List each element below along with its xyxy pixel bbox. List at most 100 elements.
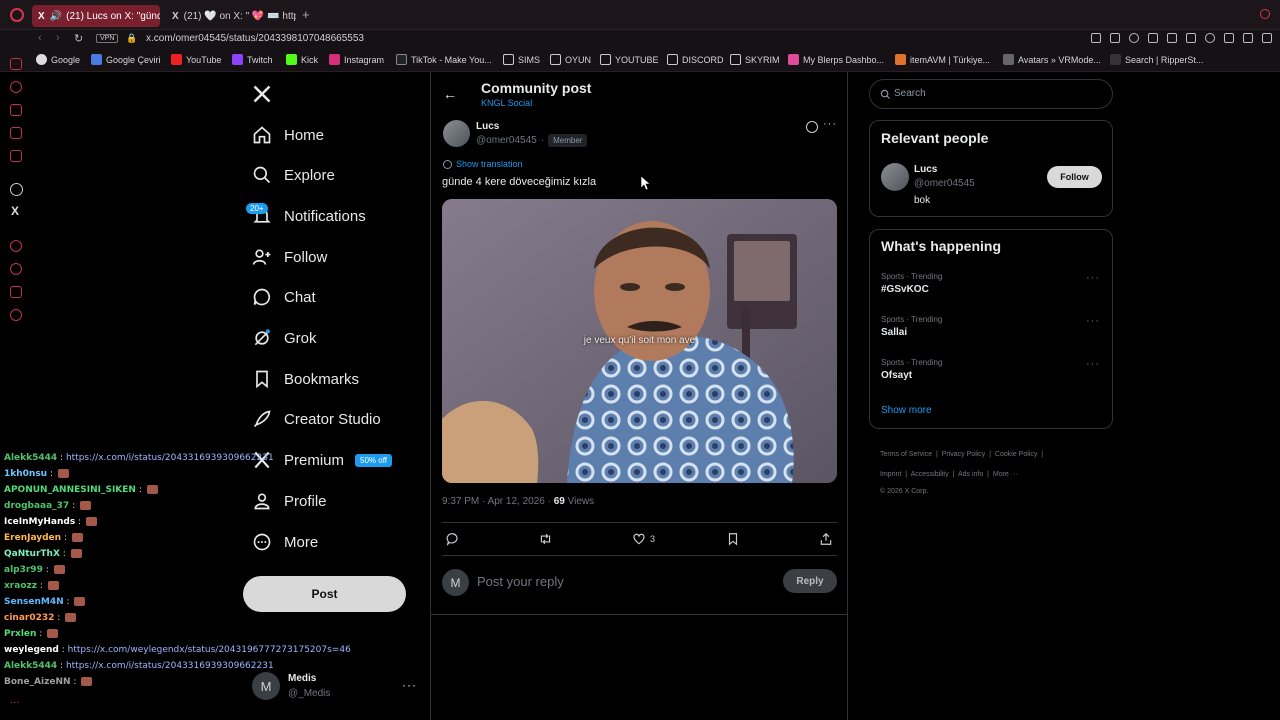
footer-imprint[interactable]: Imprint bbox=[880, 471, 901, 478]
back-icon[interactable]: ‹ bbox=[38, 32, 42, 44]
chat-text[interactable]: https://x.com/weylegendx/status/20431967… bbox=[68, 645, 351, 655]
player-icon[interactable] bbox=[10, 240, 22, 252]
community-link[interactable]: KNGL Social bbox=[481, 98, 532, 108]
chat-text[interactable]: https://x.com/i/status/20433169393096622… bbox=[66, 453, 274, 463]
heart-icon[interactable] bbox=[1205, 33, 1215, 43]
post-video[interactable]: je veux qu'il soit mon ave bbox=[442, 199, 837, 483]
author-handle[interactable]: @omer04545 bbox=[476, 135, 537, 146]
chat-username[interactable]: QaNturThX bbox=[4, 549, 60, 559]
reload-icon[interactable]: ↻ bbox=[74, 32, 83, 45]
nav-chat[interactable]: Chat bbox=[252, 282, 316, 312]
reply-button[interactable]: Reply bbox=[783, 569, 837, 593]
reply-icon[interactable] bbox=[446, 532, 460, 546]
chat-username[interactable]: 1kh0nsu bbox=[4, 469, 47, 479]
bookmark-icon[interactable] bbox=[726, 532, 740, 546]
chat-username[interactable]: Alekk5444 bbox=[4, 453, 57, 463]
trend-more-icon[interactable]: ··· bbox=[1086, 272, 1100, 284]
show-more-link[interactable]: Show more bbox=[881, 405, 932, 416]
play-icon[interactable] bbox=[1186, 33, 1196, 43]
screenshot-icon[interactable] bbox=[1110, 33, 1120, 43]
chat-username[interactable]: xraozz bbox=[4, 581, 37, 591]
menu-icon[interactable] bbox=[1262, 33, 1272, 43]
chat-username[interactable]: weylegend bbox=[4, 645, 59, 655]
bookmark-blerps[interactable]: My Blerps Dashbo... bbox=[788, 54, 884, 65]
nav-more[interactable]: More bbox=[252, 527, 318, 557]
browser-tab-active[interactable]: X 🔊 (21) Lucs on X: "günde bbox=[32, 5, 160, 27]
trend-item[interactable]: Sports · Trending #GSvKOC bbox=[881, 272, 1101, 295]
x-logo-icon[interactable] bbox=[252, 84, 272, 104]
chat-text[interactable]: https://x.com/i/status/20433169393096622… bbox=[66, 661, 274, 671]
chat-username[interactable]: Bone_AizeNN bbox=[4, 677, 71, 687]
bookmark-oyun[interactable]: OYUN bbox=[550, 54, 591, 65]
new-tab-button[interactable]: + bbox=[302, 7, 310, 22]
forward-icon[interactable]: › bbox=[56, 32, 60, 44]
game-icon[interactable] bbox=[10, 127, 22, 139]
bookmark-google[interactable]: Google bbox=[36, 54, 80, 65]
puzzle-icon[interactable] bbox=[1224, 33, 1234, 43]
browser-tab[interactable]: X (21) 🤍 on X: " 💖 ⌨️ https bbox=[166, 5, 296, 27]
nav-explore[interactable]: Explore bbox=[252, 160, 335, 190]
settings-icon[interactable] bbox=[10, 309, 22, 321]
chat-username[interactable]: ErenJayden bbox=[4, 533, 61, 543]
bookmark-vrmodels[interactable]: Avatars » VRMode... bbox=[1003, 54, 1101, 65]
grok-icon[interactable] bbox=[806, 121, 818, 133]
follow-button[interactable]: Follow bbox=[1047, 166, 1102, 188]
pin-icon[interactable] bbox=[1091, 33, 1101, 43]
trend-more-icon[interactable]: ··· bbox=[1086, 358, 1100, 370]
footer-more[interactable]: More ··· bbox=[993, 471, 1018, 478]
account-switcher[interactable]: M Medis @_Medis ··· bbox=[252, 672, 422, 702]
search-icon[interactable] bbox=[1260, 9, 1270, 19]
nav-home[interactable]: Home bbox=[252, 120, 324, 150]
translate-icon[interactable] bbox=[1167, 33, 1177, 43]
bookmark-twitch[interactable]: Twitch bbox=[232, 54, 273, 65]
chat-username[interactable]: APONUN_ANNESINI_SIKEN bbox=[4, 485, 136, 495]
bookmark-itemavm[interactable]: itemAVM | Türkiye... bbox=[895, 54, 990, 65]
footer-cookie[interactable]: Cookie Policy bbox=[995, 451, 1037, 458]
refresh-icon[interactable] bbox=[10, 81, 22, 93]
chat-more-icon[interactable]: ··· bbox=[10, 698, 20, 709]
author-name[interactable]: Lucs bbox=[476, 121, 499, 132]
bookmark-ripper[interactable]: Search | RipperSt... bbox=[1110, 54, 1203, 65]
post-more-icon[interactable]: ··· bbox=[823, 118, 837, 130]
chatgpt-icon[interactable] bbox=[10, 183, 23, 196]
chat-username[interactable]: cinar0232 bbox=[4, 613, 54, 623]
person-avatar[interactable] bbox=[881, 163, 909, 191]
person-name[interactable]: Lucs bbox=[914, 164, 937, 175]
nav-profile[interactable]: Profile bbox=[252, 486, 327, 516]
trend-item[interactable]: Sports · Trending Sallai bbox=[881, 315, 1101, 338]
footer-accessibility[interactable]: Accessibility bbox=[911, 471, 949, 478]
chat-username[interactable]: drogbaaa_37 bbox=[4, 501, 69, 511]
trend-item[interactable]: Sports · Trending Ofsayt bbox=[881, 358, 1101, 381]
chat-username[interactable]: Alekk5444 bbox=[4, 661, 57, 671]
bookmark-discord[interactable]: DISCORD bbox=[667, 54, 724, 65]
bookmark-instagram[interactable]: Instagram bbox=[329, 54, 384, 65]
footer-terms[interactable]: Terms of Service bbox=[880, 451, 932, 458]
shield-icon[interactable] bbox=[1129, 33, 1139, 43]
bookmark-youtube[interactable]: YouTube bbox=[171, 54, 221, 65]
footer-privacy[interactable]: Privacy Policy bbox=[942, 451, 986, 458]
search-box[interactable]: Search bbox=[869, 79, 1113, 109]
chat-username[interactable]: SensenM4N bbox=[4, 597, 64, 607]
bag-icon[interactable] bbox=[10, 104, 22, 116]
bookmark-skyrim[interactable]: SKYRIM bbox=[730, 54, 780, 65]
post-button[interactable]: Post bbox=[243, 576, 406, 612]
chat-username[interactable]: IceInMyHands bbox=[4, 517, 75, 527]
bookmark-google-translate[interactable]: Google Çeviri bbox=[91, 54, 161, 65]
history-icon[interactable] bbox=[10, 263, 22, 275]
bookmark-sims[interactable]: SIMS bbox=[503, 54, 540, 65]
nav-follow[interactable]: Follow bbox=[252, 242, 327, 272]
chat-username[interactable]: alp3r99 bbox=[4, 565, 43, 575]
nav-notifications[interactable]: Notifications 20+ bbox=[246, 201, 366, 231]
bookmark-youtube-folder[interactable]: YOUTUBE bbox=[600, 54, 659, 65]
opera-menu-icon[interactable] bbox=[10, 8, 24, 22]
show-translation-link[interactable]: Show translation bbox=[443, 159, 523, 169]
speaker-icon[interactable]: 🔊 bbox=[50, 11, 62, 22]
repost-icon[interactable] bbox=[538, 532, 553, 546]
reply-input[interactable]: Post your reply bbox=[477, 574, 564, 589]
bookmark-kick[interactable]: Kick bbox=[286, 54, 318, 65]
share-icon[interactable] bbox=[819, 532, 833, 546]
url-field[interactable]: x.com/omer04545/status/20433981070486655… bbox=[146, 33, 364, 44]
account-more-icon[interactable]: ··· bbox=[402, 678, 417, 692]
share-icon[interactable] bbox=[1243, 33, 1253, 43]
x-sidebar-icon[interactable]: X bbox=[11, 204, 19, 218]
